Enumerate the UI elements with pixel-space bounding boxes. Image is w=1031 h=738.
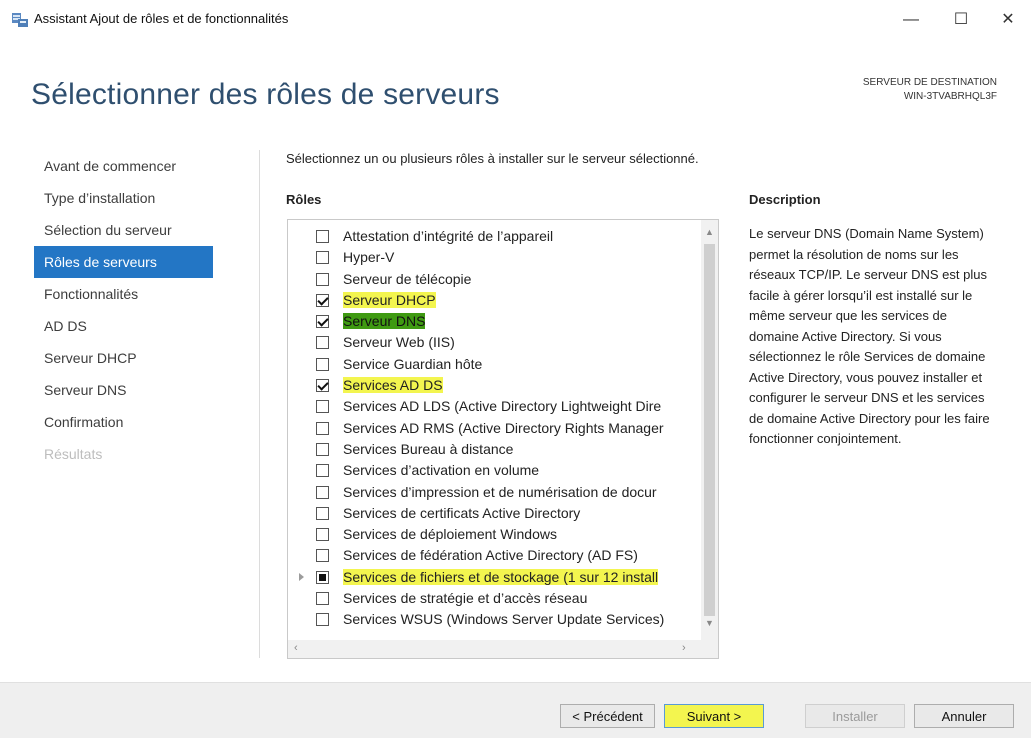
role-row[interactable]: Services de déploiement Windows bbox=[288, 525, 691, 546]
close-button[interactable]: ✕ bbox=[988, 8, 1028, 32]
role-checkbox[interactable] bbox=[316, 336, 329, 350]
server-manager-icon bbox=[12, 13, 28, 27]
role-checkbox[interactable] bbox=[316, 293, 329, 307]
cancel-button[interactable]: Annuler bbox=[914, 704, 1014, 728]
role-checkbox[interactable] bbox=[316, 549, 329, 563]
role-checkbox[interactable] bbox=[316, 315, 329, 329]
scroll-thumb[interactable] bbox=[704, 244, 715, 616]
roles-header: Rôles bbox=[286, 192, 322, 207]
role-row[interactable]: Serveur DNS bbox=[288, 312, 691, 333]
minimize-button[interactable]: — bbox=[891, 8, 931, 32]
role-checkbox[interactable] bbox=[316, 400, 329, 414]
nav-item-avant-de-commencer[interactable]: Avant de commencer bbox=[34, 150, 244, 182]
role-label: Attestation d’intégrité de l’appareil bbox=[343, 228, 554, 244]
role-row[interactable]: Services d’impression et de numérisation… bbox=[288, 483, 691, 504]
role-label: Services de certificats Active Directory bbox=[343, 504, 581, 521]
scroll-left-icon[interactable]: ‹ bbox=[294, 642, 298, 654]
role-checkbox[interactable] bbox=[316, 464, 329, 478]
destination-server-label: SERVEUR DE DESTINATION bbox=[862, 77, 997, 88]
nav-item-confirmation[interactable]: Confirmation bbox=[34, 406, 244, 438]
role-label: Serveur de télécopie bbox=[343, 270, 472, 287]
nav-item-type-installation[interactable]: Type d’installation bbox=[34, 182, 244, 214]
role-label: Serveur DHCP bbox=[343, 291, 436, 308]
role-row[interactable]: Services AD RMS (Active Directory Rights… bbox=[288, 419, 691, 440]
role-row[interactable]: Services de fédération Active Directory … bbox=[288, 546, 691, 567]
role-checkbox[interactable] bbox=[316, 570, 329, 584]
role-label: Hyper-V bbox=[343, 249, 395, 266]
role-label: Services AD RMS (Active Directory Rights… bbox=[343, 419, 664, 436]
window-title: Assistant Ajout de rôles et de fonctionn… bbox=[34, 11, 289, 26]
nav-item-serveur-dns[interactable]: Serveur DNS bbox=[34, 374, 244, 406]
wizard-nav: Avant de commencer Type d’installation S… bbox=[34, 150, 244, 470]
roles-list-rows: Attestation d’intégrité de l’appareil Hy… bbox=[288, 227, 691, 632]
nav-item-selection-serveur[interactable]: Sélection du serveur bbox=[34, 214, 244, 246]
next-button[interactable]: Suivant > bbox=[664, 704, 764, 728]
role-row[interactable]: Services de certificats Active Directory bbox=[288, 504, 691, 525]
page-title: Sélectionner des rôles de serveurs bbox=[31, 78, 500, 111]
role-row[interactable]: Serveur de télécopie bbox=[288, 270, 691, 291]
role-checkbox[interactable] bbox=[316, 251, 329, 265]
previous-button[interactable]: < Précédent bbox=[560, 704, 655, 728]
role-label: Services WSUS (Windows Server Update Ser… bbox=[343, 611, 665, 628]
description-text: Le serveur DNS (Domain Name System) perm… bbox=[749, 226, 990, 446]
role-label: Services AD LDS (Active Directory Lightw… bbox=[343, 398, 662, 415]
role-label: Services de stratégie et d’accès réseau bbox=[343, 590, 588, 607]
role-label: Services d’impression et de numérisation… bbox=[343, 483, 657, 500]
role-label: Services Bureau à distance bbox=[343, 440, 514, 457]
role-row[interactable]: Services de fichiers et de stockage (1 s… bbox=[288, 568, 691, 589]
role-checkbox[interactable] bbox=[316, 485, 329, 499]
role-row[interactable]: Services AD DS bbox=[288, 376, 691, 397]
role-checkbox[interactable] bbox=[316, 357, 329, 371]
expand-arrow-icon[interactable] bbox=[299, 572, 304, 581]
title-bar: Assistant Ajout de rôles et de fonctionn… bbox=[0, 0, 1031, 38]
role-row[interactable]: Services Bureau à distance bbox=[288, 440, 691, 461]
role-checkbox[interactable] bbox=[316, 272, 329, 286]
role-checkbox[interactable] bbox=[316, 421, 329, 435]
role-checkbox[interactable] bbox=[316, 379, 329, 393]
role-label: Services d’activation en volume bbox=[343, 462, 540, 479]
nav-item-ad-ds[interactable]: AD DS bbox=[34, 310, 244, 342]
nav-item-roles-serveurs[interactable]: Rôles de serveurs bbox=[34, 246, 213, 278]
role-label: Services de déploiement Windows bbox=[343, 526, 557, 543]
role-row[interactable]: Services de stratégie et d’accès réseau bbox=[288, 589, 691, 610]
scroll-down-icon[interactable]: ▼ bbox=[705, 618, 714, 628]
vertical-scrollbar[interactable]: ▲ ▼ bbox=[701, 220, 718, 640]
role-label: Serveur Web (IIS) bbox=[343, 334, 455, 351]
role-checkbox[interactable] bbox=[316, 442, 329, 456]
nav-item-resultats: Résultats bbox=[44, 446, 103, 462]
role-label: Service Guardian hôte bbox=[343, 355, 483, 372]
role-label: Services de fédération Active Directory … bbox=[343, 547, 638, 564]
scroll-right-icon[interactable]: › bbox=[682, 642, 686, 654]
destination-server-name: WIN-3TVABRHQL3F bbox=[903, 91, 997, 102]
role-row[interactable]: Attestation d’intégrité de l’appareil bbox=[288, 227, 691, 248]
horizontal-scrollbar[interactable]: ‹ › bbox=[288, 640, 718, 658]
description-header: Description bbox=[749, 192, 821, 207]
role-label: Serveur DNS bbox=[343, 313, 426, 330]
role-checkbox[interactable] bbox=[316, 528, 329, 542]
role-checkbox[interactable] bbox=[316, 230, 329, 243]
role-row[interactable]: Serveur Web (IIS) bbox=[288, 333, 691, 354]
role-checkbox[interactable] bbox=[316, 506, 329, 520]
nav-item-serveur-dhcp[interactable]: Serveur DHCP bbox=[34, 342, 244, 374]
nav-divider bbox=[259, 150, 260, 658]
role-row[interactable]: Services WSUS (Windows Server Update Ser… bbox=[288, 610, 691, 631]
roles-list[interactable]: Attestation d’intégrité de l’appareil Hy… bbox=[287, 219, 719, 659]
role-row[interactable]: Services d’activation en volume bbox=[288, 461, 691, 482]
role-row[interactable]: Service Guardian hôte bbox=[288, 355, 691, 376]
role-row[interactable]: Hyper-V bbox=[288, 248, 691, 269]
nav-item-fonctionnalites[interactable]: Fonctionnalités bbox=[34, 278, 244, 310]
role-label: Services AD DS bbox=[343, 377, 443, 394]
role-label: Services de fichiers et de stockage (1 s… bbox=[343, 568, 659, 585]
instruction-text: Sélectionnez un ou plusieurs rôles à ins… bbox=[286, 151, 699, 166]
role-row[interactable]: Serveur DHCP bbox=[288, 291, 691, 312]
role-checkbox[interactable] bbox=[316, 592, 329, 606]
maximize-button[interactable]: ☐ bbox=[941, 8, 981, 32]
install-button: Installer bbox=[805, 704, 905, 728]
role-row[interactable]: Services AD LDS (Active Directory Lightw… bbox=[288, 397, 691, 418]
role-checkbox[interactable] bbox=[316, 613, 329, 627]
scroll-up-icon[interactable]: ▲ bbox=[705, 227, 714, 237]
